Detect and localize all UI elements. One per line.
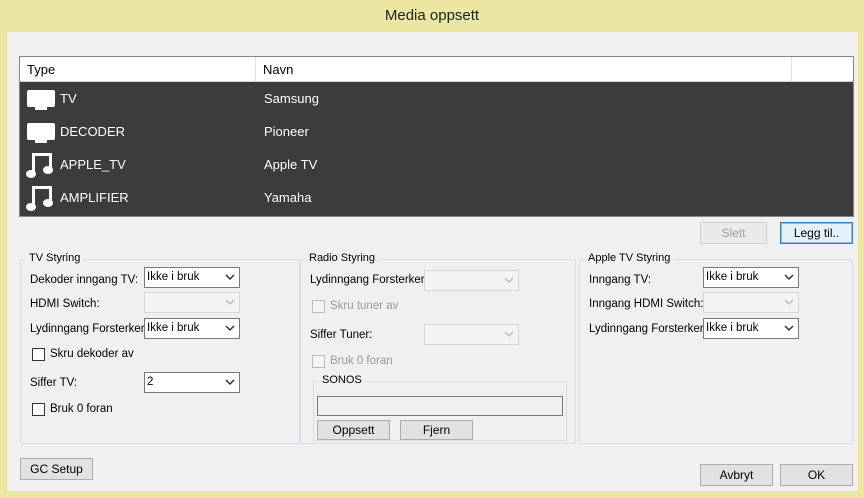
apple-tv-control-group: Apple TV Styring Inngang TV: Ikke i bruk… [579,252,853,444]
radio-control-group: Radio Styring Lydinngang Forsterker: Skr… [300,252,576,444]
music-note-icon [26,186,53,211]
chevron-down-icon [504,331,514,338]
radio-sound-input-label: Lydinngang Forsterker: [310,274,428,286]
chevron-down-icon [225,325,235,332]
tv-digits-label: Siffer TV: [30,377,78,389]
chevron-down-icon [784,274,794,281]
list-item-type: AMPLIFIER [60,190,129,205]
tv-digits-select[interactable]: 2 [144,372,240,393]
apple-hdmi-switch-select[interactable] [703,292,799,313]
radio-use-zero-label: Bruk 0 foran [330,355,393,367]
chevron-down-icon [784,299,794,306]
cancel-button[interactable]: Avbryt [700,464,773,486]
ok-button[interactable]: OK [780,464,853,486]
apple-sound-input-select[interactable]: Ikke i bruk [703,318,799,339]
sonos-setup-button[interactable]: Oppsett [317,420,390,440]
decoder-input-select[interactable]: Ikke i bruk [144,267,240,288]
turn-off-decoder-label: Skru dekoder av [50,348,134,360]
sound-input-label: Lydinngang Forsterker: [30,323,148,335]
list-header: Type Navn [20,57,853,82]
column-header-type[interactable]: Type [20,57,256,81]
list-item[interactable]: TV Samsung [20,82,853,115]
list-item-name: Samsung [264,91,319,106]
radio-control-group-title: Radio Styring [306,252,379,264]
list-item-name: Apple TV [264,157,318,172]
dialog-client-area: Type Navn TV Samsung DECODER Pioneer APP… [7,32,858,491]
media-setup-window: Media oppsett Type Navn TV Samsung DECOD… [0,0,864,498]
tv-icon [27,90,55,110]
chevron-down-icon [504,277,514,284]
sonos-group-title: SONOS [319,374,365,386]
decoder-input-label: Dekoder inngang TV: [30,274,139,286]
hdmi-switch-select[interactable] [144,292,240,313]
chevron-down-icon [225,379,235,386]
apple-input-tv-select[interactable]: Ikke i bruk [703,267,799,288]
apple-sound-input-value: Ikke i bruk [706,322,759,334]
tv-icon [27,123,55,143]
radio-sound-input-select[interactable] [424,270,519,291]
list-item[interactable]: AMPLIFIER Yamaha [20,181,853,214]
window-title: Media oppsett [384,7,480,24]
list-item-type: APPLE_TV [60,157,126,172]
apple-sound-input-label: Lydinngang Forsterker: [589,323,707,335]
tv-use-zero-label: Bruk 0 foran [50,403,113,415]
hdmi-switch-label: HDMI Switch: [30,298,100,310]
decoder-input-value: Ikke i bruk [147,271,200,283]
column-header-name[interactable]: Navn [256,57,792,81]
list-item-type: TV [60,91,77,106]
apple-input-tv-label: Inngang TV: [589,274,652,286]
list-item-name: Pioneer [264,124,309,139]
gc-setup-button[interactable]: GC Setup [20,458,93,480]
tv-digits-value: 2 [147,376,154,388]
tuner-digits-select[interactable] [424,324,519,345]
delete-button[interactable]: Slett [700,222,767,244]
apple-hdmi-switch-label: Inngang HDMI Switch: [589,298,704,310]
apple-input-tv-value: Ikke i bruk [706,271,759,283]
list-item-name: Yamaha [264,190,312,205]
apple-tv-control-group-title: Apple TV Styring [585,252,674,264]
chevron-down-icon [225,274,235,281]
sonos-field[interactable] [317,396,563,416]
chevron-down-icon [784,325,794,332]
device-list[interactable]: Type Navn TV Samsung DECODER Pioneer APP… [19,56,854,217]
radio-use-zero-checkbox[interactable] [312,355,325,368]
sound-input-select[interactable]: Ikke i bruk [144,318,240,339]
sonos-group: SONOS Oppsett Fjern [313,374,567,441]
tv-control-group: TV Styring Dekoder inngang TV: Ikke i br… [20,252,300,444]
sonos-remove-button[interactable]: Fjern [400,420,473,440]
turn-off-tuner-checkbox[interactable] [312,300,325,313]
sound-input-value: Ikke i bruk [147,322,200,334]
turn-off-decoder-checkbox[interactable] [32,348,45,361]
chevron-down-icon [225,299,235,306]
tv-use-zero-checkbox[interactable] [32,403,45,416]
tuner-digits-label: Siffer Tuner: [310,329,373,341]
music-note-icon [26,153,53,178]
list-item[interactable]: DECODER Pioneer [20,115,853,148]
list-item[interactable]: APPLE_TV Apple TV [20,148,853,181]
add-button[interactable]: Legg til.. [780,222,853,244]
turn-off-tuner-label: Skru tuner av [330,300,399,312]
list-item-type: DECODER [60,124,126,139]
tv-control-group-title: TV Styring [26,252,84,264]
